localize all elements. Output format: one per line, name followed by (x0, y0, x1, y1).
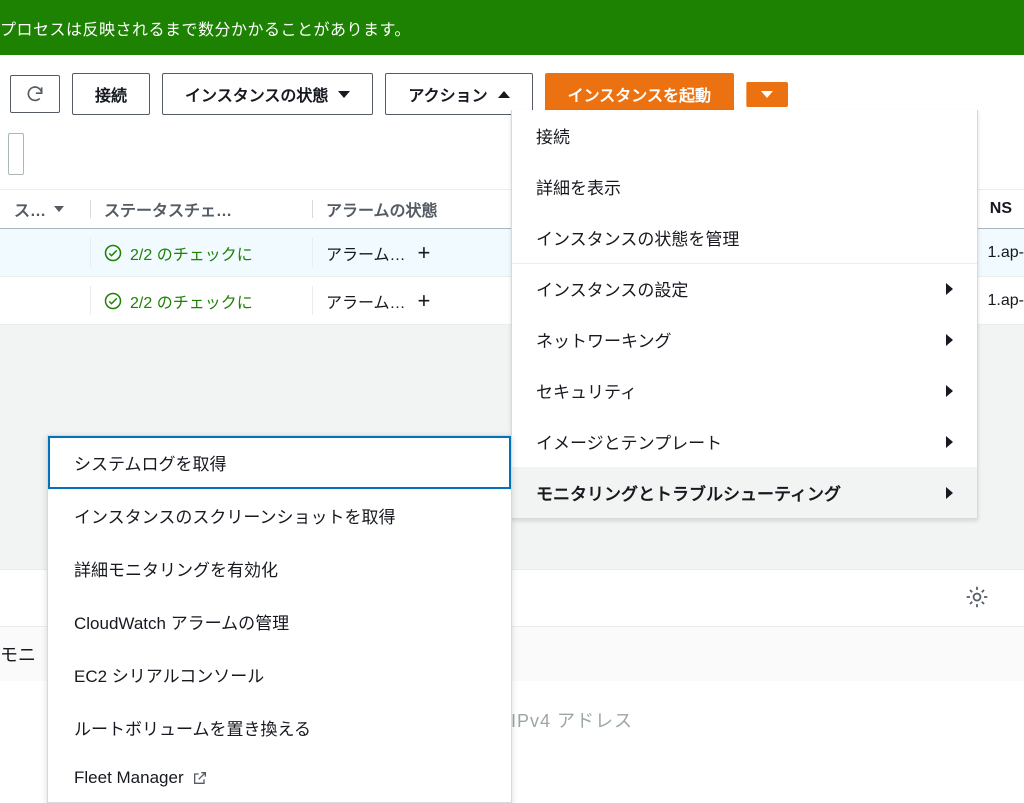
submenu-caret-icon (946, 436, 953, 448)
gear-icon[interactable] (964, 584, 990, 610)
status-text: 2/2 のチェックに (130, 289, 253, 313)
actions-button[interactable]: アクション (385, 73, 532, 115)
refresh-button[interactable] (10, 75, 60, 113)
submenu-item-detailed-monitoring[interactable]: 詳細モニタリングを有効化 (48, 542, 511, 595)
col-header-right[interactable]: NS (976, 190, 1024, 228)
caret-up-icon (498, 91, 510, 98)
submenu-caret-icon (946, 334, 953, 346)
submenu-item-label: ルートボリュームを置き換える (74, 715, 311, 740)
col-header-label: NS (990, 200, 1012, 218)
col-header-label: ス… (14, 197, 46, 221)
launch-instance-button[interactable]: インスタンスを起動 (545, 73, 734, 115)
alarm-text: アラーム… (326, 241, 406, 265)
col-header-status-check[interactable]: ステータスチェ… (90, 190, 312, 228)
status-text: 2/2 のチェックに (130, 241, 253, 265)
menu-item-label: モニタリングとトラブルシューティング (536, 480, 841, 505)
menu-item-security[interactable]: セキュリティ (512, 365, 977, 416)
submenu-item-replace-root-volume[interactable]: ルートボリュームを置き換える (48, 701, 511, 754)
menu-item-label: セキュリティ (536, 378, 637, 403)
cell-right: 1.ap- (974, 229, 1024, 276)
col-header-status-short[interactable]: ス… (0, 190, 90, 228)
menu-item-label: インスタンスの設定 (536, 276, 688, 301)
tab-monitoring[interactable]: モニ (0, 641, 36, 667)
submenu-item-system-log[interactable]: システムログを取得 (48, 436, 511, 489)
menu-item-monitoring-troubleshoot[interactable]: モニタリングとトラブルシューティング (512, 467, 977, 518)
menu-item-networking[interactable]: ネットワーキング (512, 314, 977, 365)
submenu-item-label: 詳細モニタリングを有効化 (74, 556, 278, 581)
menu-item-manage-state[interactable]: インスタンスの状態を管理 (512, 212, 977, 263)
menu-item-label: イメージとテンプレート (536, 429, 722, 454)
external-link-icon (192, 770, 208, 786)
alarm-text: アラーム… (326, 289, 406, 313)
monitoring-submenu: システムログを取得 インスタンスのスクリーンショットを取得 詳細モニタリングを有… (47, 435, 512, 803)
menu-item-label: 詳細を表示 (536, 174, 621, 199)
submenu-item-screenshot[interactable]: インスタンスのスクリーンショットを取得 (48, 489, 511, 542)
actions-menu: 接続 詳細を表示 インスタンスの状態を管理 インスタンスの設定 ネットワーキング… (511, 110, 978, 519)
menu-item-connect[interactable]: 接続 (512, 110, 977, 161)
submenu-item-label: Fleet Manager (74, 768, 184, 788)
cell-status-check: 2/2 のチェックに (90, 277, 312, 324)
filter-input[interactable] (8, 133, 24, 175)
submenu-caret-icon (946, 487, 953, 499)
menu-item-label: 接続 (536, 123, 570, 148)
cell-right: 1.ap- (974, 277, 1024, 324)
submenu-item-serial-console[interactable]: EC2 シリアルコンソール (48, 648, 511, 701)
success-banner: プロセスは反映されるまで数分かかることがあります。 (0, 0, 1024, 55)
check-ok-icon (104, 244, 122, 262)
cell-status-check: 2/2 のチェックに (90, 229, 312, 276)
submenu-item-label: インスタンスのスクリーンショットを取得 (74, 503, 395, 528)
refresh-icon (25, 84, 45, 104)
menu-item-instance-settings[interactable]: インスタンスの設定 (512, 263, 977, 314)
launch-label: インスタンスを起動 (568, 82, 711, 106)
connect-label: 接続 (95, 82, 127, 106)
right-text: 1.ap- (988, 244, 1024, 262)
submenu-item-label: システムログを取得 (74, 450, 227, 475)
cell-empty (0, 277, 90, 324)
submenu-item-fleet-manager[interactable]: Fleet Manager (48, 754, 511, 802)
cell-empty (0, 229, 90, 276)
menu-item-image-template[interactable]: イメージとテンプレート (512, 416, 977, 467)
col-header-label: ステータスチェ… (104, 197, 232, 221)
right-text: 1.ap- (988, 292, 1024, 310)
banner-text: プロセスは反映されるまで数分かかることがあります。 (0, 16, 411, 40)
submenu-item-label: CloudWatch アラームの管理 (74, 609, 289, 634)
instance-state-button[interactable]: インスタンスの状態 (162, 73, 373, 115)
submenu-caret-icon (946, 283, 953, 295)
menu-item-label: ネットワーキング (536, 327, 672, 352)
submenu-item-label: EC2 シリアルコンソール (74, 662, 264, 687)
submenu-item-cloudwatch-alarms[interactable]: CloudWatch アラームの管理 (48, 595, 511, 648)
caret-down-icon (338, 91, 350, 98)
check-ok-icon (104, 292, 122, 310)
actions-label: アクション (408, 82, 487, 106)
menu-item-view-details[interactable]: 詳細を表示 (512, 161, 977, 212)
instance-state-label: インスタンスの状態 (185, 82, 328, 106)
add-alarm-button[interactable]: + (414, 290, 435, 312)
submenu-caret-icon (946, 385, 953, 397)
col-header-label: アラームの状態 (326, 197, 438, 221)
caret-down-icon (761, 91, 773, 98)
add-alarm-button[interactable]: + (414, 242, 435, 264)
connect-button[interactable]: 接続 (72, 73, 150, 115)
launch-instance-split-button[interactable] (746, 82, 788, 107)
menu-item-label: インスタンスの状態を管理 (536, 225, 739, 250)
sort-caret-icon (54, 206, 64, 212)
